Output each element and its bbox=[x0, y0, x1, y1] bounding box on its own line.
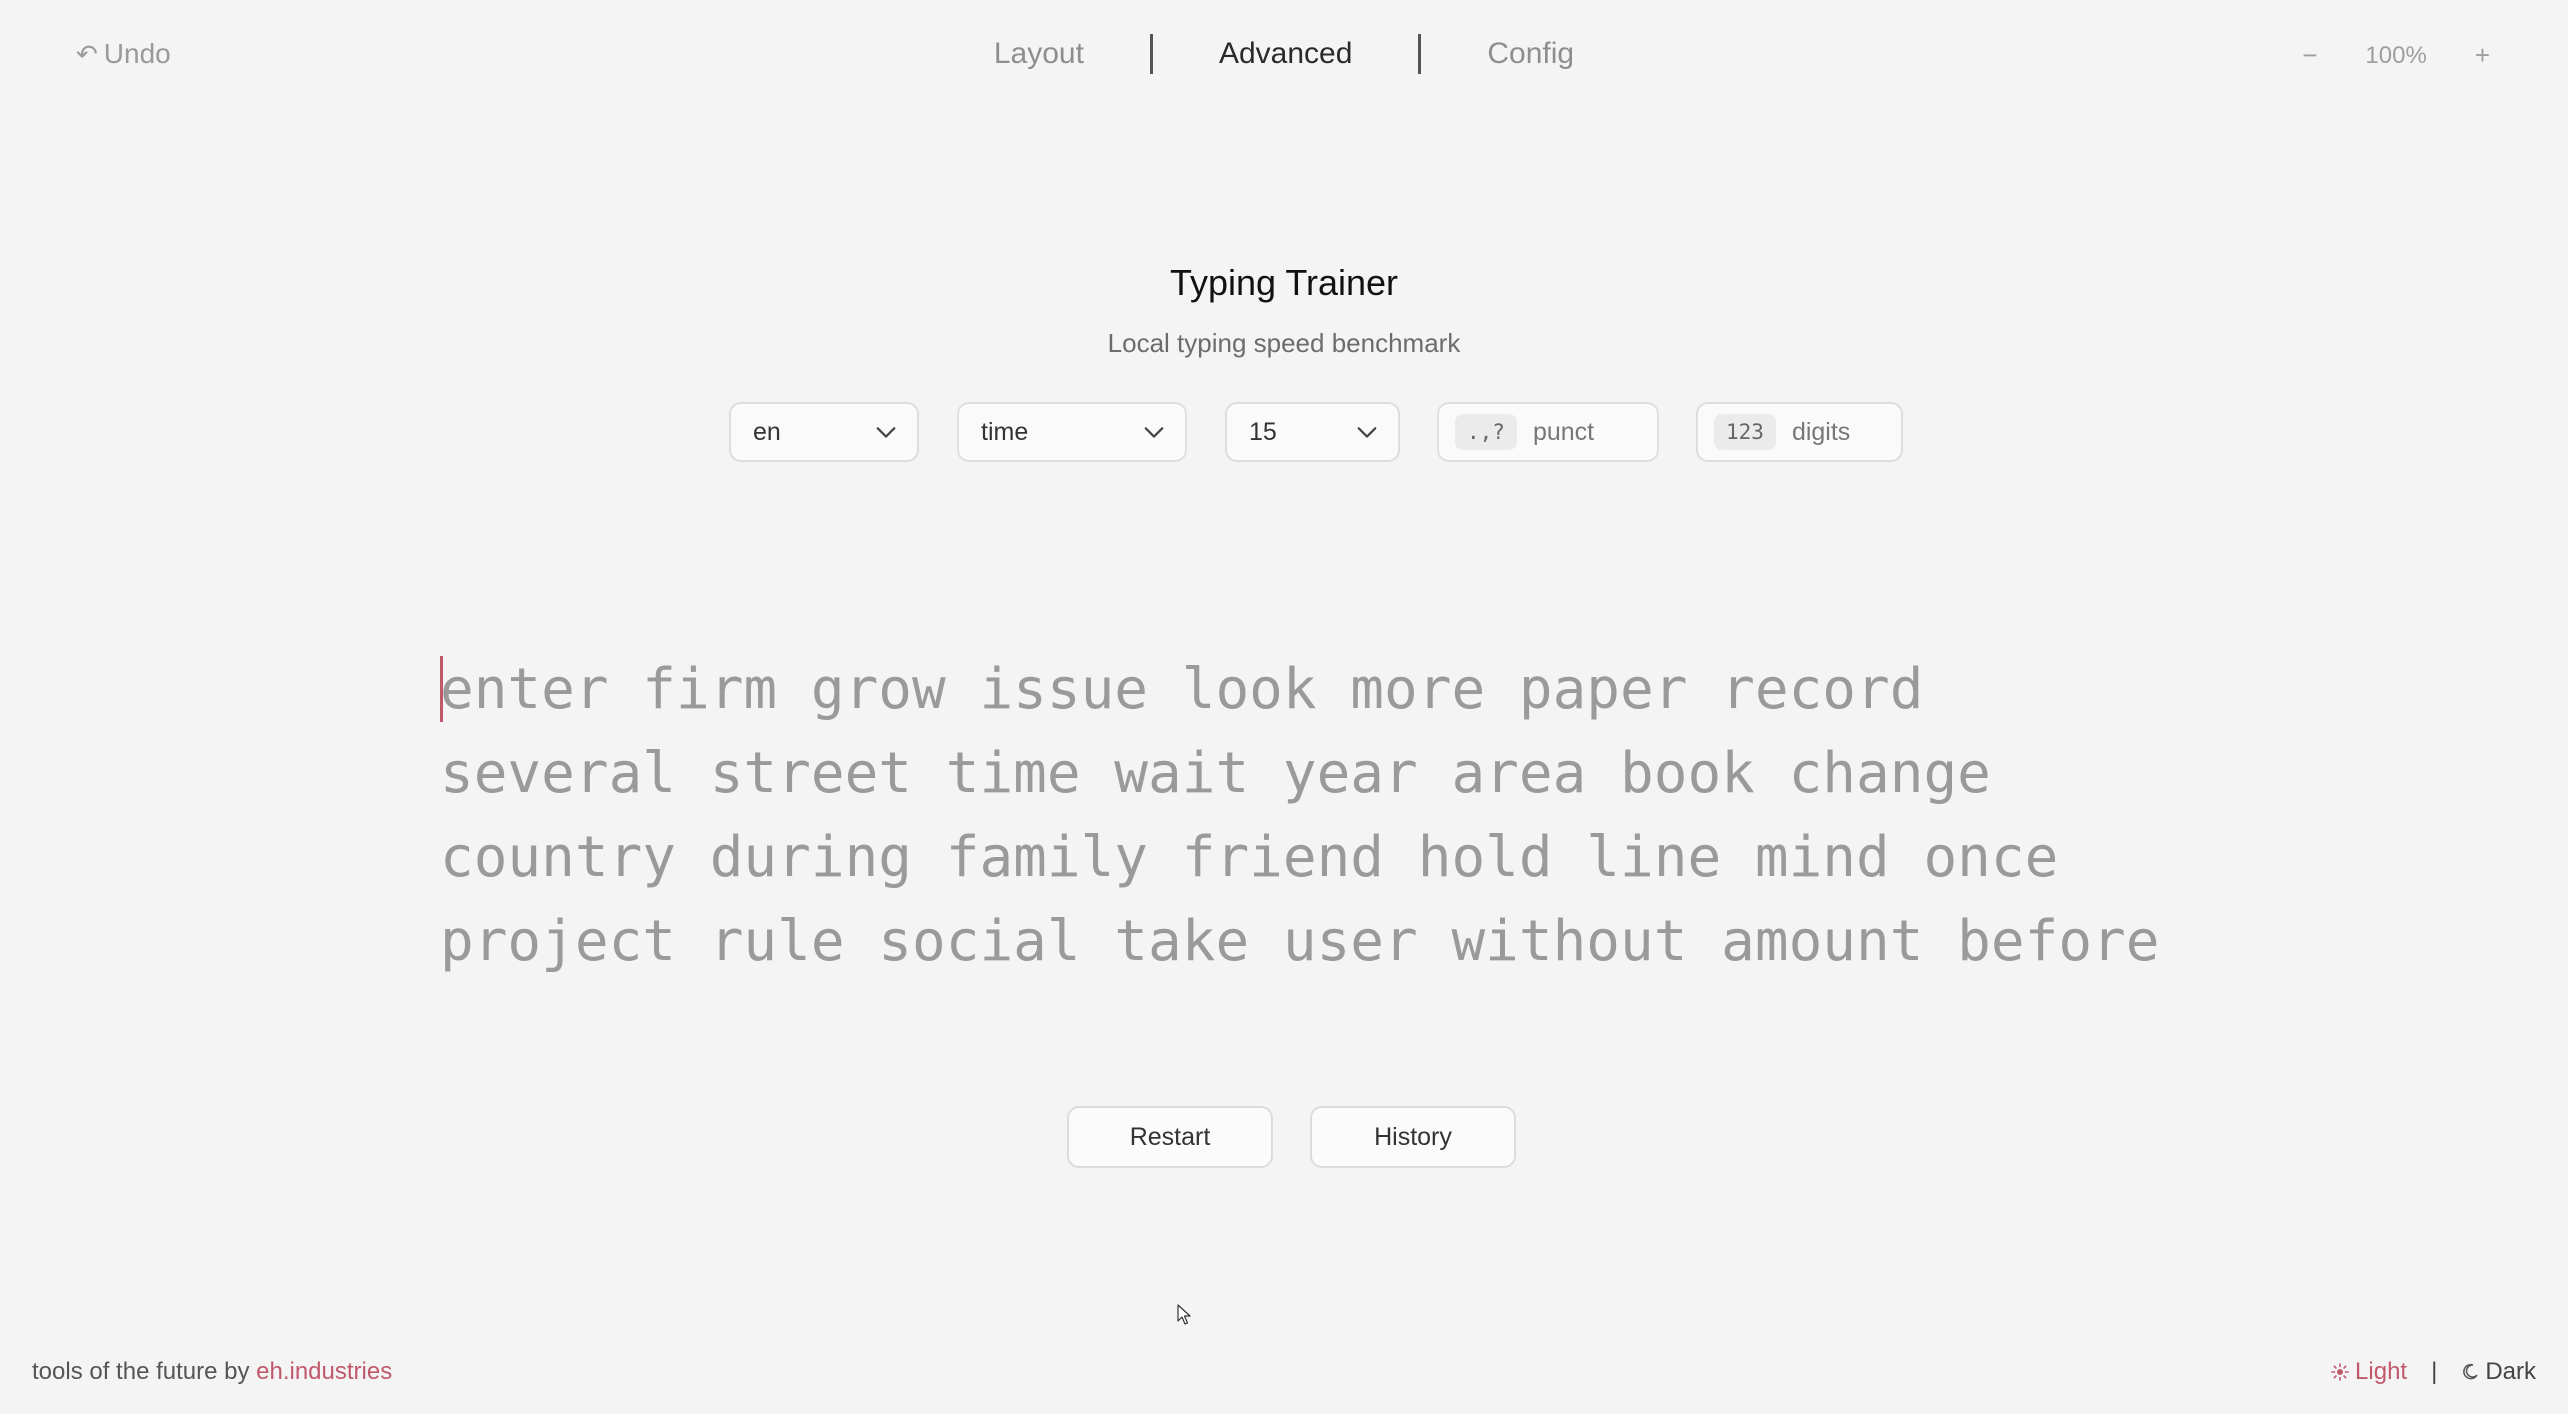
text-caret bbox=[440, 656, 443, 722]
theme-separator: | bbox=[2431, 1358, 2438, 1385]
digits-toggle[interactable]: 123 digits bbox=[1696, 402, 1903, 462]
dark-theme-label: Dark bbox=[2485, 1358, 2536, 1385]
word-line: enter firm grow issue look more paper re… bbox=[440, 657, 1924, 722]
mode-value: time bbox=[981, 417, 1029, 446]
top-nav: Layout Advanced Config bbox=[0, 34, 2568, 74]
sun-icon bbox=[2331, 1363, 2349, 1381]
footer-credit: tools of the future by eh.industries bbox=[32, 1358, 392, 1386]
zoom-in-button[interactable]: + bbox=[2457, 40, 2508, 71]
history-button[interactable]: History bbox=[1310, 1106, 1516, 1168]
word-line: several street time wait year area book … bbox=[440, 741, 1991, 806]
punctuation-label: punct bbox=[1532, 417, 1595, 446]
word-line: project rule social take user without am… bbox=[440, 909, 2160, 974]
theme-switcher: Light | Dark bbox=[2331, 1358, 2536, 1386]
language-value: en bbox=[753, 417, 781, 446]
zoom-out-button[interactable]: − bbox=[2284, 40, 2335, 71]
duration-value: 15 bbox=[1249, 417, 1277, 446]
language-select[interactable]: en bbox=[729, 402, 919, 462]
digits-label: digits bbox=[1791, 417, 1851, 446]
moon-icon bbox=[2463, 1363, 2478, 1380]
light-theme-label: Light bbox=[2355, 1358, 2408, 1385]
light-theme-button[interactable]: Light bbox=[2331, 1358, 2407, 1386]
mouse-pointer-icon bbox=[1177, 1304, 1191, 1325]
chevron-down-icon bbox=[876, 427, 896, 438]
brand-link[interactable]: eh.industries bbox=[256, 1358, 392, 1385]
tab-config[interactable]: Config bbox=[1421, 37, 1640, 71]
chevron-down-icon bbox=[1144, 427, 1164, 438]
typing-area[interactable]: enter firm grow issue look more paper re… bbox=[440, 648, 2160, 984]
digits-badge: 123 bbox=[1714, 414, 1776, 450]
test-options: en time 15 .,? punct 123 digits bbox=[0, 402, 2568, 466]
dark-theme-button[interactable]: Dark bbox=[2461, 1358, 2536, 1386]
chevron-down-icon bbox=[1357, 427, 1377, 438]
tab-advanced[interactable]: Advanced bbox=[1153, 37, 1418, 71]
zoom-level: 100% bbox=[2365, 41, 2427, 69]
punctuation-badge: .,? bbox=[1455, 414, 1517, 450]
restart-button[interactable]: Restart bbox=[1067, 1106, 1273, 1168]
page-subtitle: Local typing speed benchmark bbox=[1107, 328, 1461, 358]
word-line: country during family friend hold line m… bbox=[440, 825, 2059, 890]
footer-tagline: tools of the future by bbox=[32, 1358, 257, 1385]
punctuation-toggle[interactable]: .,? punct bbox=[1437, 402, 1659, 462]
page-title: Typing Trainer bbox=[1169, 262, 1399, 303]
mode-select[interactable]: time bbox=[957, 402, 1187, 462]
duration-select[interactable]: 15 bbox=[1225, 402, 1400, 462]
zoom-control: − 100% + bbox=[2284, 40, 2508, 71]
tab-layout[interactable]: Layout bbox=[928, 37, 1150, 71]
